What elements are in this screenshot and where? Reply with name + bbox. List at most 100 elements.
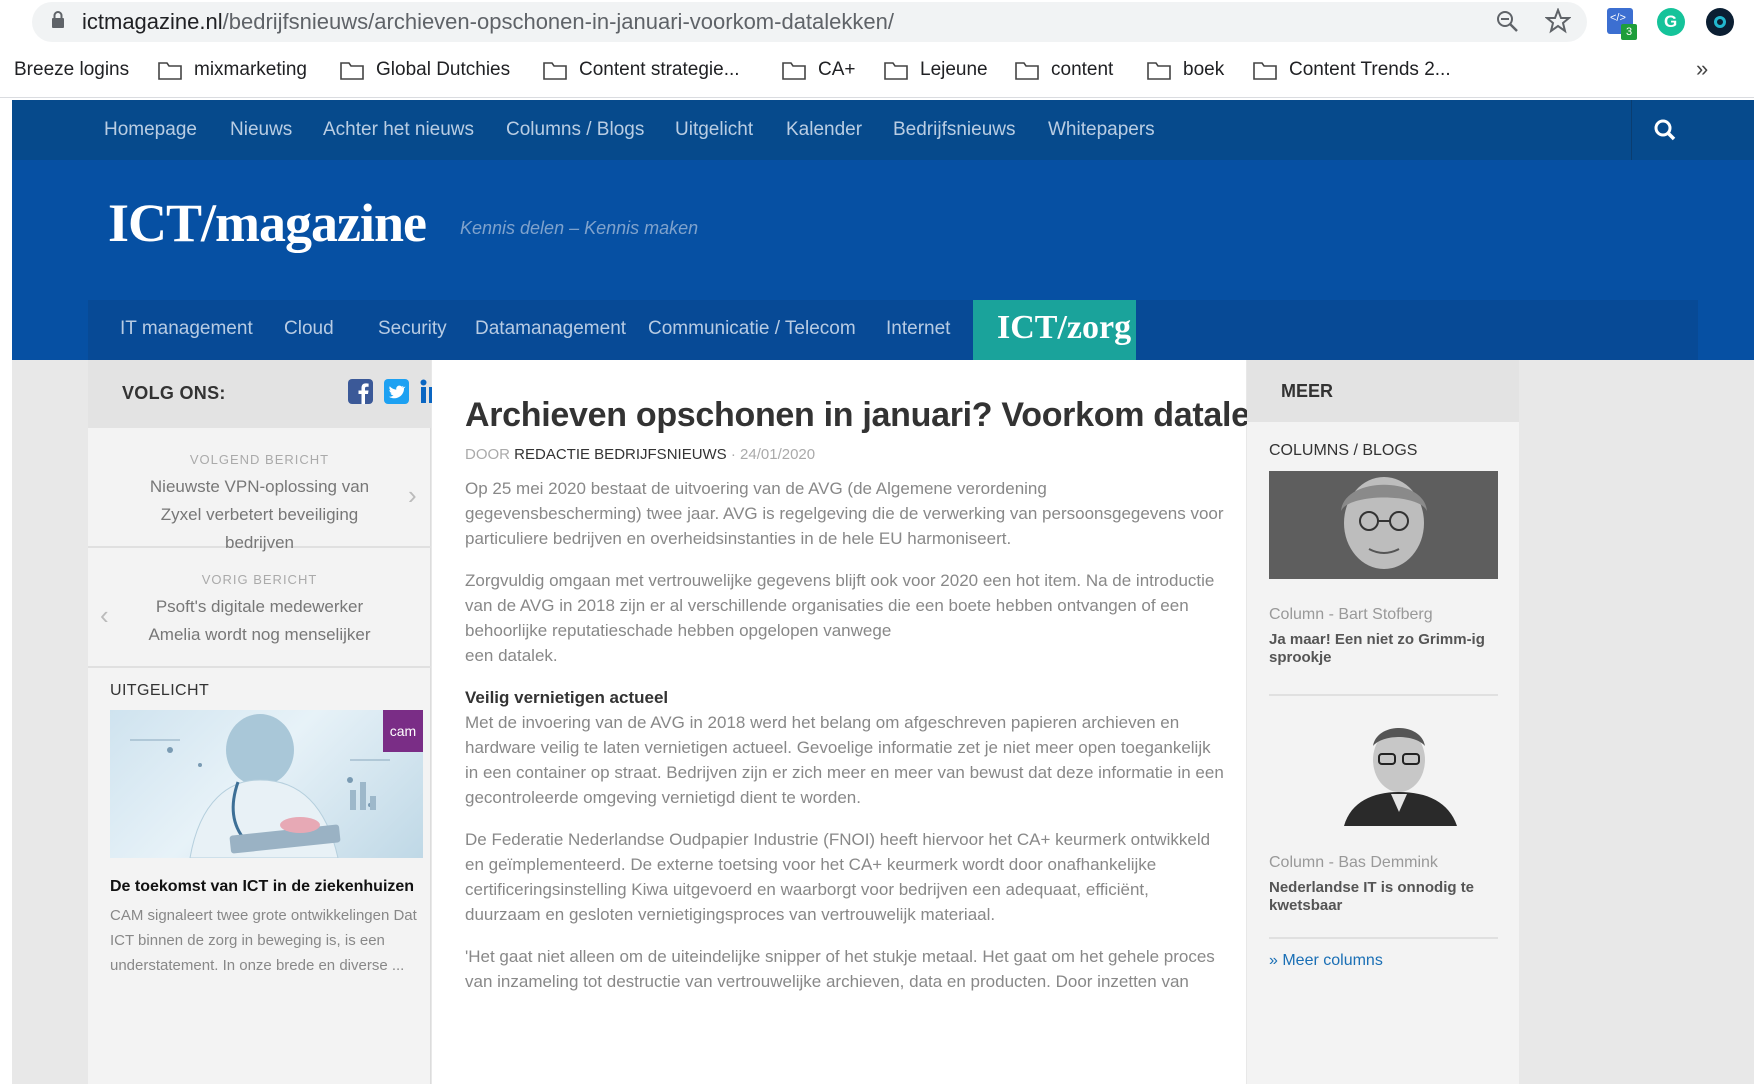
nav-achter-het-nieuws[interactable]: Achter het nieuws: [323, 119, 474, 141]
cat-it-management[interactable]: IT management: [120, 318, 253, 340]
bookmark-breeze-logins[interactable]: Breeze logins: [14, 59, 129, 81]
search-icon[interactable]: [1652, 117, 1678, 143]
top-navigation: Homepage Nieuws Achter het nieuws Column…: [12, 100, 1754, 160]
site-tagline: Kennis delen – Kennis maken: [460, 218, 699, 238]
bookmark-content-trends[interactable]: Content Trends 2...: [1253, 59, 1451, 81]
bookmark-lejeune[interactable]: Lejeune: [884, 59, 988, 81]
cat-security[interactable]: Security: [378, 318, 447, 340]
cat-internet[interactable]: Internet: [886, 318, 950, 340]
article: Archieven opschonen in januari? Voorkom …: [432, 360, 1337, 1084]
folder-icon: [1015, 62, 1039, 80]
follow-label: VOLG ONS:: [122, 383, 226, 403]
article-body: Op 25 mei 2020 bestaat de uitvoering van…: [465, 476, 1225, 1011]
byline-prefix: DOOR: [465, 446, 510, 463]
bookmark-global-dutchies[interactable]: Global Dutchies: [340, 59, 510, 81]
grammarly-icon[interactable]: G: [1657, 8, 1685, 36]
cat-cloud[interactable]: Cloud: [284, 318, 334, 340]
cat-datamanagement[interactable]: Datamanagement: [475, 318, 626, 340]
folder-icon: [340, 62, 364, 80]
cat-communicatie-telecom[interactable]: Communicatie / Telecom: [648, 318, 856, 340]
bookmark-star-icon[interactable]: [1545, 8, 1571, 34]
website: Homepage Nieuws Achter het nieuws Column…: [12, 100, 1754, 1084]
more-columns-link[interactable]: » Meer columns: [1269, 952, 1383, 970]
nav-columns-blogs[interactable]: Columns / Blogs: [506, 119, 644, 141]
folder-icon: [543, 62, 567, 80]
folder-icon: [1253, 62, 1277, 80]
folder-icon: [1147, 62, 1171, 80]
nav-kalender[interactable]: Kalender: [786, 119, 862, 141]
facebook-icon[interactable]: [348, 379, 373, 404]
article-paragraph: 'Het gaat niet alleen om de uiteindelijk…: [465, 947, 1215, 991]
lock-icon[interactable]: [50, 10, 66, 30]
prev-post-title[interactable]: Psoft's digitale medewerker Amelia wordt…: [132, 593, 387, 649]
url-text[interactable]: ictmagazine.nl/bedrijfsnieuws/archieven-…: [82, 9, 894, 35]
article-byline: DOOR REDACTIE BEDRIJFSNIEUWS · 24/01/202…: [465, 446, 815, 463]
article-subheading: Veilig vernietigen actueel: [465, 688, 669, 707]
left-sidebar: VOLG ONS: VOLGEND BERICHT Nieuwste VPN-o…: [88, 360, 444, 1084]
follow-bar: VOLG ONS:: [88, 360, 444, 428]
next-post-title[interactable]: Nieuwste VPN-oplossing van Zyxel verbete…: [132, 473, 387, 557]
bookmark-content-strategie[interactable]: Content strategie...: [543, 59, 740, 81]
byline-author[interactable]: REDACTIE BEDRIJFSNIEUWS: [514, 446, 727, 463]
twitter-icon[interactable]: [384, 379, 409, 404]
featured-image[interactable]: cam: [110, 710, 423, 858]
search-divider: [1631, 100, 1632, 160]
columnist-photo-bart[interactable]: [1269, 471, 1498, 579]
previous-post[interactable]: VORIG BERICHT Psoft's digitale medewerke…: [88, 548, 431, 668]
folder-icon: [782, 62, 806, 80]
nav-bedrijfsnieuws[interactable]: Bedrijfsnieuws: [893, 119, 1016, 141]
nav-homepage[interactable]: Homepage: [104, 119, 197, 141]
bookmark-boek[interactable]: boek: [1147, 59, 1224, 81]
cat-ict-zorg[interactable]: ICT/zorg: [973, 300, 1136, 360]
extension-dark-icon[interactable]: [1706, 8, 1734, 36]
columnist-photo-bas[interactable]: [1269, 716, 1498, 826]
extension-badge: 3: [1621, 24, 1637, 40]
doctor-tablet-illustration: [130, 714, 390, 858]
cat-ict-zorg-label: ICT/zorg: [997, 309, 1132, 346]
folder-icon: [158, 62, 182, 80]
column-kicker: Column - Bart Stofberg: [1269, 606, 1433, 623]
column-title[interactable]: Nederlandse IT is onnodig te kwetsbaar: [1269, 879, 1504, 915]
featured-title[interactable]: De toekomst van ICT in de ziekenhuizen: [110, 878, 420, 896]
bookmark-mixmarketing[interactable]: mixmarketing: [158, 59, 307, 81]
next-post[interactable]: VOLGEND BERICHT Nieuwste VPN-oplossing v…: [88, 428, 431, 552]
browser-toolbar: ictmagazine.nl/bedrijfsnieuws/archieven-…: [0, 0, 1754, 46]
article-paragraph: De Federatie Nederlandse Oudpapier Indus…: [465, 830, 1211, 924]
bookmarks-overflow-button[interactable]: »: [1696, 56, 1708, 82]
featured-label: UITGELICHT: [110, 682, 210, 699]
article-paragraph: Met de invoering van de AVG in 2018 werd…: [465, 713, 1224, 807]
more-label: MEER: [1281, 381, 1334, 401]
article-paragraph-text: Zorgvuldig omgaan met vertrouwelijke geg…: [465, 571, 1215, 640]
column-kicker: Column - Bas Demmink: [1269, 854, 1438, 871]
article-paragraph: Zorgvuldig omgaan met vertrouwelijke geg…: [465, 568, 1225, 668]
chevron-left-icon[interactable]: ‹: [100, 600, 109, 631]
category-navigation: IT management Cloud Security Datamanagem…: [88, 300, 1698, 360]
portrait-illustration: [1344, 728, 1457, 826]
byline-date: · 24/01/2020: [730, 446, 816, 463]
divider: [1269, 937, 1498, 939]
folder-icon: [884, 62, 908, 80]
more-bar: MEER: [1247, 360, 1519, 422]
site-logo[interactable]: ICT/magazine: [108, 192, 427, 254]
divider: [1269, 694, 1498, 696]
featured-excerpt: CAM signaleert twee grote ontwikkelingen…: [110, 907, 417, 974]
right-sidebar: MEER COLUMNS / BLOGS Column - Bart Stofb…: [1247, 360, 1519, 1084]
prev-post-kicker: VORIG BERICHT: [201, 572, 318, 587]
article-paragraph: Op 25 mei 2020 bestaat de uitvoering van…: [465, 479, 1224, 548]
bookmarks-bar: Breeze logins mixmarketing Global Dutchi…: [0, 46, 1754, 98]
nav-uitgelicht[interactable]: Uitgelicht: [675, 119, 753, 141]
columns-blogs-label: COLUMNS / BLOGS: [1269, 442, 1418, 459]
next-post-kicker: VOLGEND BERICHT: [189, 452, 330, 467]
url-host: ictmagazine.nl: [82, 9, 223, 34]
column-title[interactable]: Ja maar! Een niet zo Grimm-ig sprookje: [1269, 631, 1504, 667]
chevron-right-icon[interactable]: ›: [408, 480, 417, 511]
bookmark-ca-plus[interactable]: CA+: [782, 59, 856, 81]
zoom-icon[interactable]: [1494, 8, 1520, 34]
bookmark-content[interactable]: content: [1015, 59, 1113, 81]
article-paragraph-text: een datalek.: [465, 646, 558, 665]
extension-code-icon[interactable]: </> 3: [1607, 8, 1637, 40]
cam-logo: cam: [383, 710, 423, 752]
nav-nieuws[interactable]: Nieuws: [230, 119, 292, 141]
portrait-illustration: [1269, 471, 1498, 579]
nav-whitepapers[interactable]: Whitepapers: [1048, 119, 1155, 141]
